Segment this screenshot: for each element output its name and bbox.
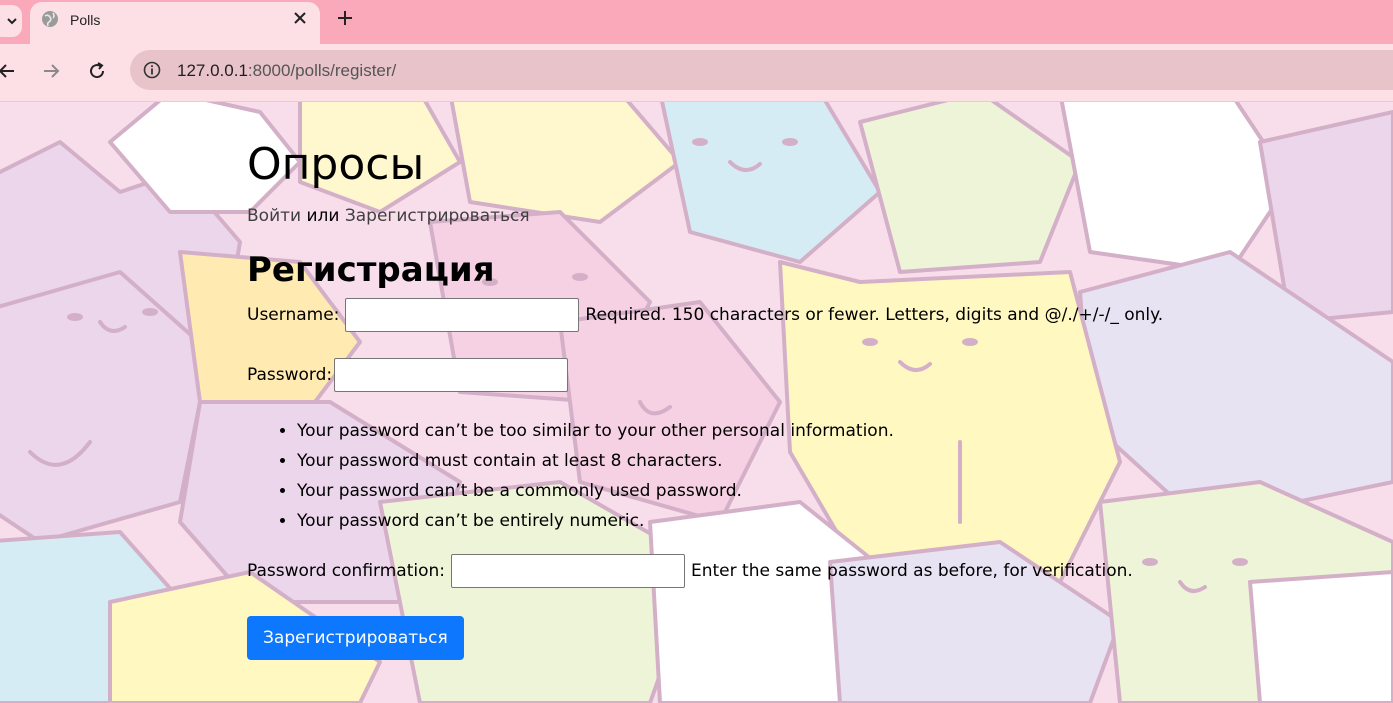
tab-strip: Polls [0,0,1393,44]
username-label: Username: [247,305,340,325]
password-help-list: Your password can’t be too similar to yo… [247,416,1163,536]
password-confirmation-input[interactable] [451,554,685,588]
site-title: Опросы [247,139,425,190]
password-input[interactable] [334,358,569,392]
main-content: Опросы Войти или Зарегистрироваться Реги… [247,138,1163,660]
info-icon[interactable] [143,61,161,79]
forward-arrow-icon[interactable] [42,61,62,81]
browser-toolbar: 127.0.0.1:8000/polls/register/ [0,44,1393,102]
list-item: Your password can’t be a commonly used p… [297,476,1163,506]
tab-search-button[interactable] [0,5,22,37]
password-confirmation-row: Password confirmation: Enter the same pa… [247,554,1163,588]
list-item: Your password can’t be too similar to yo… [297,416,1163,446]
reload-icon[interactable] [87,61,107,81]
list-item: Your password can’t be entirely numeric. [297,506,1163,536]
form-title: Регистрация [247,250,495,290]
username-input[interactable] [345,298,580,332]
page-viewport: Опросы Войти или Зарегистрироваться Реги… [0,102,1393,703]
url-text[interactable]: 127.0.0.1:8000/polls/register/ [177,61,396,81]
auth-links: Войти или Зарегистрироваться [247,206,1163,226]
password-confirmation-label: Password confirmation: [247,561,445,581]
address-bar[interactable]: 127.0.0.1:8000/polls/register/ [130,50,1393,90]
tab-polls[interactable]: Polls [30,2,320,44]
password-row: Password: [247,358,1163,392]
globe-icon [42,11,58,27]
username-row: Username: Required. 150 characters or fe… [247,298,1163,332]
back-arrow-icon[interactable] [0,61,16,81]
password-confirmation-help: Enter the same password as before, for v… [691,561,1133,581]
login-link[interactable]: Войти [247,206,301,226]
username-help: Required. 150 characters or fewer. Lette… [585,305,1164,325]
close-icon[interactable] [292,10,308,26]
list-item: Your password must contain at least 8 ch… [297,446,1163,476]
plus-icon[interactable] [336,9,354,27]
chevron-down-icon [7,18,17,25]
or-text: или [301,206,345,226]
password-label: Password: [247,365,333,385]
tab-title: Polls [70,12,101,28]
register-link[interactable]: Зарегистрироваться [345,206,530,226]
register-submit-button[interactable]: Зарегистрироваться [247,616,464,660]
